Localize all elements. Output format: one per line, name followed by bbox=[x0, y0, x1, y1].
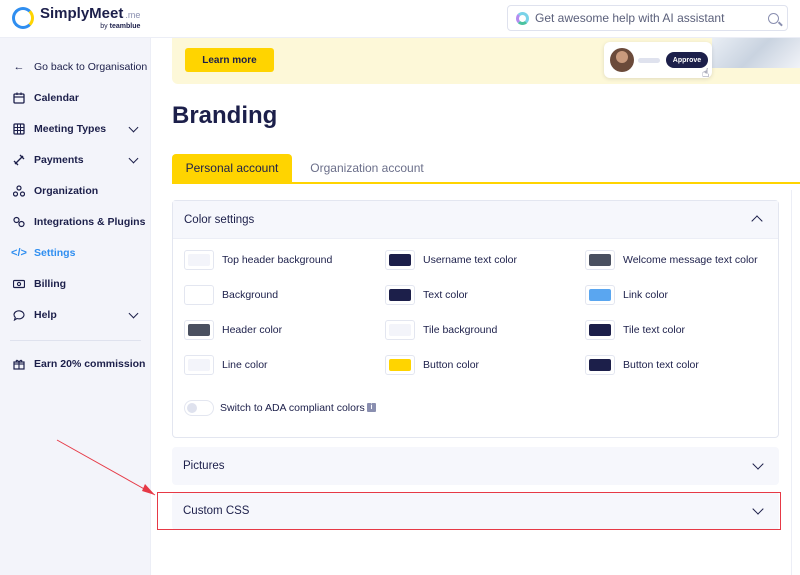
annotation-arrow bbox=[56, 439, 156, 496]
